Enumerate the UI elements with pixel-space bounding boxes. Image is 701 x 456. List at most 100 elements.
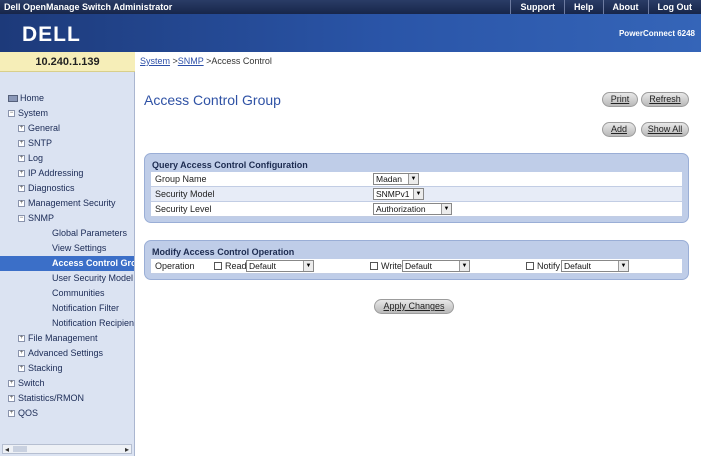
banner: DELL PowerConnect 6248: [0, 14, 701, 52]
read-label: Read: [225, 261, 247, 271]
show-all-button[interactable]: Show All: [641, 122, 689, 137]
expand-icon[interactable]: +: [18, 125, 25, 133]
tree-item-label: Switch: [18, 378, 45, 388]
tree-item-system[interactable]: − System: [0, 106, 134, 121]
security-level-value: Authorization: [376, 204, 426, 214]
security-model-select[interactable]: SNMPv1 ▼: [373, 188, 424, 200]
tree-item-label: Diagnostics: [28, 183, 75, 193]
expand-icon[interactable]: +: [8, 380, 15, 388]
group-name-value: Madan: [376, 174, 402, 184]
write-select[interactable]: Default ▼: [402, 260, 470, 272]
security-level-label: Security Level: [155, 204, 212, 214]
product-name: PowerConnect 6248: [618, 29, 695, 38]
tree-item-statistics-rmon[interactable]: + Statistics/RMON: [0, 391, 134, 406]
help-link[interactable]: Help: [563, 0, 603, 14]
tree-item-log[interactable]: + Log: [0, 151, 134, 166]
expand-icon[interactable]: +: [18, 140, 25, 148]
notify-value: Default: [564, 261, 591, 271]
top-links: Support Help About Log Out: [510, 0, 701, 14]
tree-item-label: Global Parameters: [52, 228, 128, 238]
tree-item-notification-filter[interactable]: Notification Filter: [0, 301, 134, 316]
tree-item-switch[interactable]: + Switch: [0, 376, 134, 391]
tree-item-file-management[interactable]: + File Management: [0, 331, 134, 346]
expand-icon[interactable]: +: [18, 155, 25, 163]
modify-heading: Modify Access Control Operation: [152, 247, 295, 257]
write-label: Write: [381, 261, 402, 271]
tree-item-view-settings[interactable]: View Settings: [0, 241, 134, 256]
tree-item-label: QOS: [18, 408, 39, 418]
group-name-select[interactable]: Madan ▼: [373, 173, 419, 185]
support-link[interactable]: Support: [510, 0, 564, 14]
tree-item-ip-addressing[interactable]: + IP Addressing: [0, 166, 134, 181]
tree-item-management-security[interactable]: + Management Security: [0, 196, 134, 211]
page-title: Access Control Group: [144, 92, 281, 108]
tree-item-notification-recipient[interactable]: Notification Recipient: [0, 316, 135, 331]
expand-icon[interactable]: +: [18, 365, 25, 373]
expand-icon[interactable]: +: [8, 395, 15, 403]
modify-panel: Modify Access Control Operation Operatio…: [144, 240, 689, 280]
tree-item-qos[interactable]: + QOS: [0, 406, 134, 421]
scroll-right-icon[interactable]: ▸: [125, 445, 129, 454]
security-model-row: Security Model SNMPv1 ▼: [151, 187, 682, 202]
breadcrumb: System >SNMP >Access Control: [140, 56, 272, 66]
group-name-label: Group Name: [155, 174, 207, 184]
read-value: Default: [249, 261, 276, 271]
tree-item-label: View Settings: [52, 243, 107, 253]
tree-item-snmp[interactable]: − SNMP: [0, 211, 134, 226]
tree-item-home[interactable]: Home: [0, 91, 134, 106]
add-button[interactable]: Add: [602, 122, 636, 137]
scroll-left-icon[interactable]: ◂: [5, 445, 9, 454]
read-checkbox[interactable]: [214, 262, 222, 270]
collapse-icon[interactable]: −: [18, 215, 25, 223]
breadcrumb-snmp[interactable]: SNMP: [178, 56, 204, 66]
expand-icon[interactable]: +: [8, 410, 15, 418]
tree-item-advanced-settings[interactable]: + Advanced Settings: [0, 346, 134, 361]
chevron-down-icon: ▼: [303, 261, 313, 271]
notify-label: Notify: [537, 261, 561, 271]
tree-item-sntp[interactable]: + SNTP: [0, 136, 134, 151]
read-select[interactable]: Default ▼: [246, 260, 314, 272]
security-level-select[interactable]: Authorization ▼: [373, 203, 452, 215]
tree-item-user-security-model[interactable]: User Security Model: [0, 271, 134, 286]
write-checkbox[interactable]: [370, 262, 378, 270]
tree-item-communities[interactable]: Communities: [0, 286, 134, 301]
tree-item-label: Notification Recipient: [52, 318, 135, 328]
tree-item-access-control-grou[interactable]: Access Control Grou: [0, 256, 135, 271]
expand-icon[interactable]: +: [18, 350, 25, 358]
tree-item-general[interactable]: + General: [0, 121, 134, 136]
chevron-down-icon: ▼: [459, 261, 469, 271]
security-model-value: SNMPv1: [376, 189, 410, 199]
tree-item-label: User Security Model: [52, 273, 134, 283]
horizontal-scrollbar[interactable]: ◂ ▸: [2, 444, 132, 454]
tree-item-label: Communities: [52, 288, 105, 298]
about-link[interactable]: About: [602, 0, 648, 14]
tree-item-diagnostics[interactable]: + Diagnostics: [0, 181, 134, 196]
notify-checkbox[interactable]: [526, 262, 534, 270]
tree-item-global-parameters[interactable]: Global Parameters: [0, 226, 134, 241]
tree-item-label: File Management: [28, 333, 98, 343]
expand-icon[interactable]: +: [18, 200, 25, 208]
main-content: System >SNMP >Access Control Access Cont…: [136, 52, 701, 456]
tree-item-label: System: [18, 108, 49, 118]
tree-item-label: Access Control Grou: [52, 258, 135, 268]
tree-item-label: Statistics/RMON: [18, 393, 85, 403]
switch-ip: 10.240.1.139: [0, 52, 135, 72]
scroll-thumb[interactable]: [13, 446, 27, 452]
expand-icon[interactable]: +: [18, 335, 25, 343]
print-button[interactable]: Print: [602, 92, 638, 107]
tree-item-label: General: [28, 123, 61, 133]
notify-select[interactable]: Default ▼: [561, 260, 629, 272]
expand-icon[interactable]: +: [18, 185, 25, 193]
tree-item-label: IP Addressing: [28, 168, 84, 178]
apply-changes-button[interactable]: Apply Changes: [374, 299, 454, 314]
refresh-button[interactable]: Refresh: [641, 92, 689, 107]
collapse-icon[interactable]: −: [8, 110, 15, 118]
logout-link[interactable]: Log Out: [647, 0, 701, 14]
breadcrumb-system[interactable]: System: [140, 56, 170, 66]
tree-item-label: Notification Filter: [52, 303, 120, 313]
tree-item-stacking[interactable]: + Stacking: [0, 361, 134, 376]
expand-icon[interactable]: +: [18, 170, 25, 178]
tree-item-label: Log: [28, 153, 44, 163]
dell-logo: DELL: [22, 23, 81, 46]
navigation-tree: Home − System + General + SNTP + Log + IP Addressi…: [0, 72, 135, 456]
